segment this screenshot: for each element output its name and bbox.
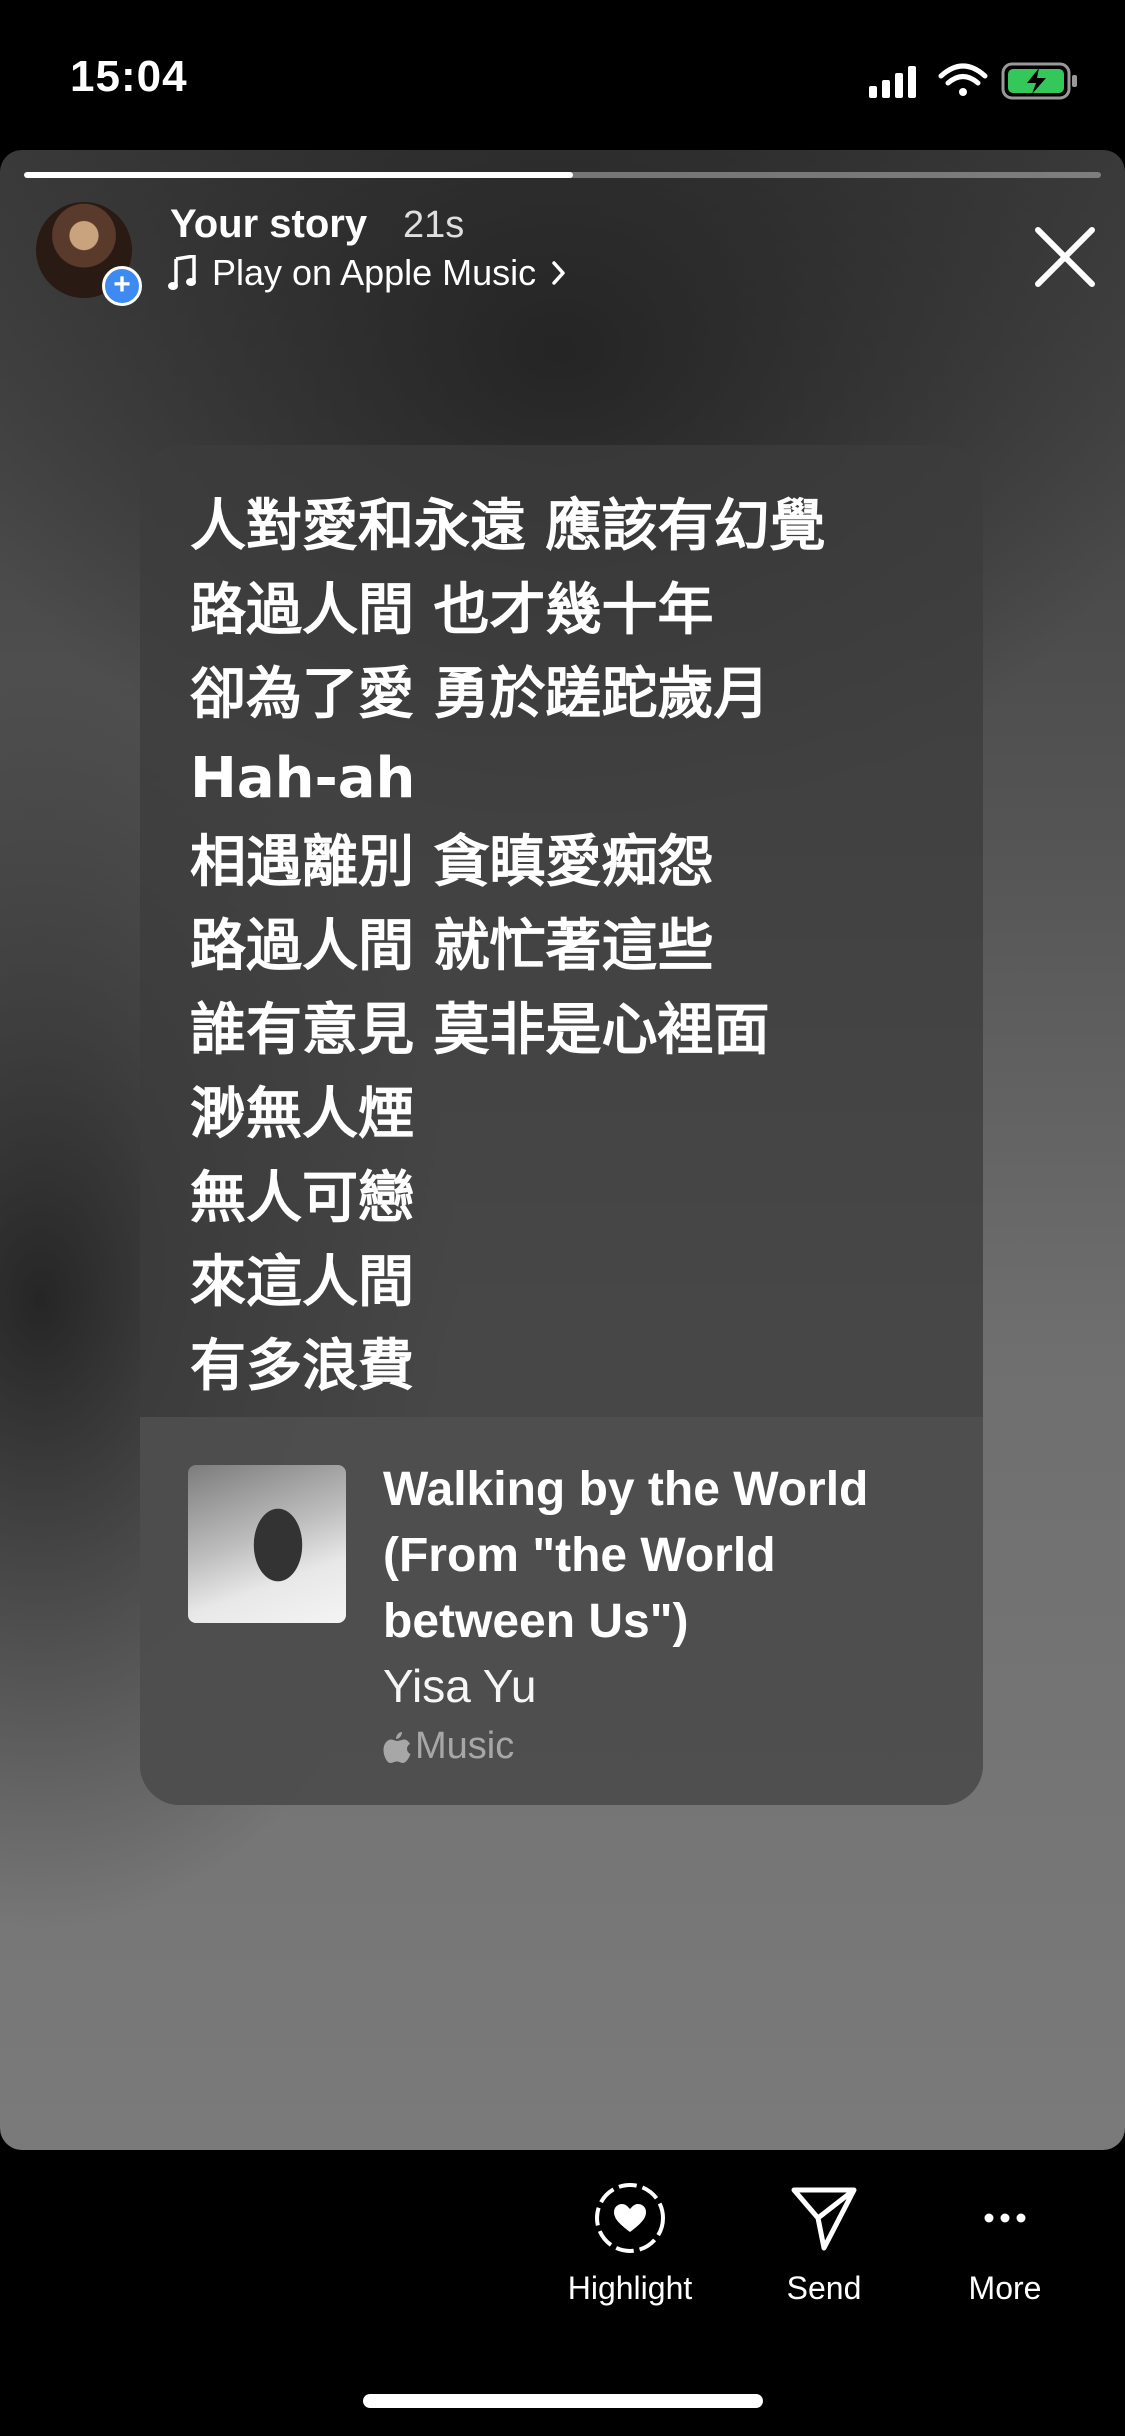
more-dots-icon <box>984 2213 1026 2223</box>
status-time: 15:04 <box>70 52 188 101</box>
lyric-line: 路過人間 就忙著這些 <box>190 914 714 979</box>
send-icon <box>791 2187 857 2251</box>
story-title[interactable]: Your story <box>170 202 367 247</box>
lyric-line: 來這人間 <box>190 1250 414 1315</box>
lyrics: 人對愛和永遠 應該有幻覺 路過人間 也才幾十年 卻為了愛 勇於蹉跎歲月 Hah-… <box>190 485 950 1409</box>
music-link-label: Play on Apple Music <box>212 252 537 293</box>
close-icon[interactable] <box>1030 222 1100 292</box>
lyric-line: 渺無人煙 <box>190 1082 414 1147</box>
screen: 15:04 + Your story 21s Play on Apple Mus… <box>0 0 1125 2436</box>
music-note-icon <box>168 255 196 290</box>
more-label: More <box>968 2270 1042 2306</box>
lyric-line: 有多浪費 <box>190 1334 414 1399</box>
lyric-line: 卻為了愛 勇於蹉跎歲月 <box>190 662 770 727</box>
apple-music-label: Music <box>383 1725 514 1768</box>
lyric-line: 誰有意見 莫非是心裡面 <box>190 998 770 1063</box>
chevron-right-icon <box>552 261 565 285</box>
lyrics-card[interactable]: 人對愛和永遠 應該有幻覺 路過人間 也才幾十年 卻為了愛 勇於蹉跎歲月 Hah-… <box>140 445 983 1805</box>
story-time-ago: 21s <box>403 204 465 246</box>
lyric-line: Hah-ah <box>190 746 416 811</box>
music-service-label: Music <box>415 1725 515 1767</box>
send-button[interactable]: Send <box>734 2180 914 2307</box>
story-progress-fill <box>24 172 574 178</box>
home-indicator[interactable] <box>363 2394 763 2408</box>
more-button[interactable]: More <box>915 2180 1095 2307</box>
song-artist: Yisa Yu <box>383 1660 537 1712</box>
play-on-apple-music-link[interactable]: Play on Apple Music <box>168 252 568 294</box>
song-title: Walking by the World (From "the World be… <box>383 1463 869 1648</box>
status-icons <box>867 58 1087 106</box>
cellular-signal-icon <box>869 66 916 98</box>
song-info[interactable]: Walking by the World (From "the World be… <box>140 1417 983 1805</box>
wifi-icon <box>938 63 988 96</box>
album-art <box>188 1465 346 1623</box>
highlight-label: Highlight <box>567 2270 693 2306</box>
lyric-line: 相遇離別 貪瞋愛痴怨 <box>190 830 714 895</box>
story-viewer[interactable]: + Your story 21s Play on Apple Music 人對愛… <box>0 150 1125 2150</box>
story-progress-bar <box>24 172 1101 178</box>
highlight-button[interactable]: Highlight <box>540 2180 720 2307</box>
send-label: Send <box>786 2270 862 2306</box>
battery-charging-icon <box>1001 62 1077 100</box>
add-story-icon[interactable]: + <box>102 266 142 306</box>
highlight-heart-icon <box>595 2183 665 2253</box>
lyric-line: 人對愛和永遠 應該有幻覺 <box>190 494 826 559</box>
apple-logo-icon <box>383 1731 411 1763</box>
lyric-line: 路過人間 也才幾十年 <box>190 578 714 643</box>
lyric-line: 無人可戀 <box>190 1166 414 1231</box>
